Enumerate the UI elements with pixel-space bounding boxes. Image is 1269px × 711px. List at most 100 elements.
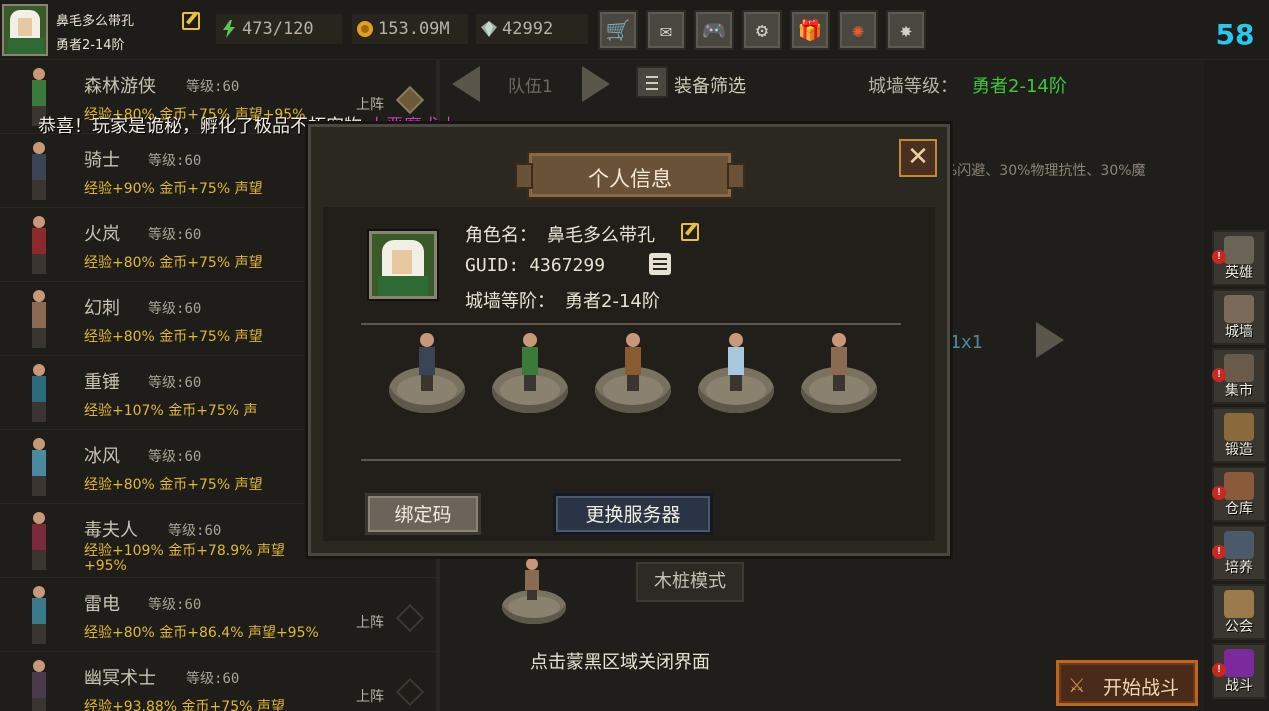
- deploy-label[interactable]: 上阵: [356, 612, 384, 632]
- player-avatar[interactable]: [2, 4, 48, 56]
- profile-hero-figure: [623, 333, 643, 391]
- hero-level-value: 60: [204, 523, 222, 539]
- hero-level-value: 60: [222, 671, 240, 687]
- sidebar-label: 英雄: [1225, 265, 1253, 281]
- profile-hero-figure: [417, 333, 437, 391]
- gold-icon: [357, 21, 373, 37]
- role-name-row: 角色名： 鼻毛多么带孔: [465, 221, 655, 247]
- bind-code-button[interactable]: 绑定码: [365, 493, 481, 535]
- sidebar-button[interactable]: ! 仓库: [1212, 466, 1266, 522]
- shop-button[interactable]: 🛒: [598, 10, 638, 50]
- hero-level: 等级:60: [168, 520, 221, 540]
- sidebar-button[interactable]: 城墙: [1212, 289, 1266, 345]
- hero-name: 雷电: [84, 594, 120, 615]
- sidebar-label: 锻造: [1225, 442, 1253, 458]
- crossed-swords-icon: ⚔: [1069, 669, 1085, 699]
- hero-level-label: 等级:: [148, 375, 185, 391]
- top-bar: 鼻毛多么带孔 勇者2-14阶 473/120 153.09M 42992 🛒 ✉…: [0, 0, 1269, 60]
- hero-sprite: [14, 584, 64, 646]
- hero-bonus-stats: 经验+93.88% 金币+75% 声望: [84, 699, 285, 711]
- profile-hero-figure: [829, 333, 849, 391]
- hero-level-label: 等级:: [148, 597, 185, 613]
- hero-row[interactable]: 幽冥术士 等级:60 经验+93.88% 金币+75% 声望 上阵: [0, 652, 436, 711]
- edit-role-name-icon[interactable]: [681, 223, 699, 241]
- sidebar-label: 城墙: [1225, 324, 1253, 340]
- profile-modal: 个人信息 ✕ 角色名： 鼻毛多么带孔 GUID: 4367299 城墙等阶： 勇者2-…: [308, 124, 950, 556]
- profile-hero-figure: [726, 333, 746, 391]
- hero-level-label: 等级:: [148, 449, 185, 465]
- gift-button[interactable]: 🎁: [790, 10, 830, 50]
- sidebar-button[interactable]: 锻造: [1212, 407, 1266, 463]
- dummy-mode-button[interactable]: 木桩模式: [636, 562, 744, 602]
- deploy-diamond-icon[interactable]: [395, 603, 425, 633]
- team-bonus-text: %闪避、30%物理抗性、30%魔: [944, 163, 1146, 179]
- sidebar-button[interactable]: ! 培养: [1212, 525, 1266, 581]
- sidebar-button[interactable]: 公会: [1212, 584, 1266, 640]
- edit-name-icon[interactable]: [182, 12, 200, 30]
- hero-level-label: 等级:: [148, 301, 185, 317]
- next-formation-arrow-icon[interactable]: [1036, 322, 1064, 358]
- sidebar-button[interactable]: ! 集市: [1212, 348, 1266, 404]
- gamepad-icon: 🎮: [701, 18, 727, 42]
- deploy-diamond-icon[interactable]: [395, 85, 425, 115]
- settings-button[interactable]: ⚙: [742, 10, 782, 50]
- hero-level-label: 等级:: [148, 153, 185, 169]
- hero-bonus-stats: 经验+80% 金币+75% 声望: [84, 477, 263, 493]
- mail-button[interactable]: ✉: [646, 10, 686, 50]
- hero-row[interactable]: 雷电 等级:60 经验+80% 金币+86.4% 声望+95% 上阵: [0, 578, 436, 652]
- prev-team-arrow-icon[interactable]: [452, 66, 480, 102]
- copy-guid-icon[interactable]: [649, 253, 671, 275]
- hero-level-label: 等级:: [148, 227, 185, 243]
- hero-bonus-stats: 经验+80% 金币+86.4% 声望+95%: [84, 625, 319, 641]
- deploy-diamond-icon[interactable]: [395, 677, 425, 707]
- sidebar-button[interactable]: ! 战斗: [1212, 643, 1266, 699]
- gem-counter: 42992: [476, 14, 588, 44]
- sidebar-icon: [1224, 472, 1254, 500]
- gem-value: 42992: [502, 19, 554, 39]
- equipment-filter-button[interactable]: [636, 66, 668, 98]
- change-server-button[interactable]: 更换服务器: [553, 493, 713, 535]
- hero-level: 等级:60: [148, 224, 201, 244]
- next-team-arrow-icon[interactable]: [582, 66, 610, 102]
- equipment-filter-label[interactable]: 装备筛选: [674, 72, 746, 98]
- hero-name: 毒夫人: [84, 520, 138, 541]
- hero-bonus-stats: 经验+80% 金币+75% 声望: [84, 255, 263, 271]
- player-rank: 勇者2-14阶: [56, 38, 125, 53]
- event-button[interactable]: ✸: [886, 10, 926, 50]
- deploy-label[interactable]: 上阵: [356, 94, 384, 114]
- hero-level: 等级:60: [186, 76, 239, 96]
- team-slot-hero[interactable]: [524, 558, 540, 600]
- hero-level: 等级:60: [186, 668, 239, 688]
- hero-level-value: 60: [184, 375, 202, 391]
- hero-level-value: 60: [184, 301, 202, 317]
- sidebar-icon: [1224, 531, 1254, 559]
- hero-bonus-stats: 经验+80% 金币+75% 声望: [84, 329, 263, 345]
- formation-label: 1x1: [950, 332, 983, 353]
- wall-level-value: 勇者2-14阶: [972, 76, 1067, 97]
- lucky-wheel-button[interactable]: ✺: [838, 10, 878, 50]
- hero-bonus-stats: 经验+107% 金币+75% 声: [84, 403, 258, 419]
- gold-value: 153.09M: [378, 19, 450, 39]
- player-name: 鼻毛多么带孔: [56, 14, 135, 29]
- team-navigator: 队伍1: [446, 62, 622, 102]
- game-button[interactable]: 🎮: [694, 10, 734, 50]
- deploy-label[interactable]: 上阵: [356, 686, 384, 706]
- sidebar-icon: [1224, 590, 1254, 618]
- sidebar-icon: [1224, 295, 1254, 323]
- hero-sprite: [14, 214, 64, 276]
- hero-name: 冰风: [84, 446, 120, 467]
- hero-level: 等级:60: [148, 150, 201, 170]
- start-battle-button[interactable]: ⚔ 开始战斗: [1056, 660, 1198, 706]
- firework-icon: ✸: [899, 18, 913, 42]
- hero-level-value: 60: [184, 153, 202, 169]
- wall-rank-value: 勇者2-14阶: [565, 291, 660, 312]
- divider: [361, 459, 901, 461]
- hero-level-value: 60: [222, 79, 240, 95]
- close-icon[interactable]: ✕: [899, 139, 937, 177]
- sidebar-label: 公会: [1225, 619, 1253, 635]
- profile-avatar[interactable]: [369, 231, 437, 299]
- sidebar-label: 集市: [1225, 383, 1253, 399]
- sidebar-button[interactable]: ! 英雄: [1212, 230, 1266, 286]
- profile-modal-title: 个人信息: [588, 167, 672, 191]
- hero-sprite: [14, 140, 64, 202]
